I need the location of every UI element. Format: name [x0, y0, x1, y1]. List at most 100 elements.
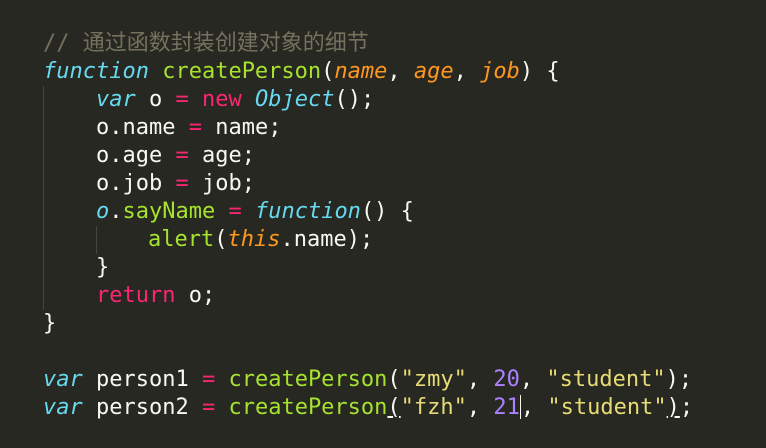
- operator-assign: =: [175, 171, 189, 196]
- indent-guide: [43, 114, 44, 142]
- function-alert: alert: [148, 227, 215, 252]
- method-assignment: o.sayName = function() {: [96, 198, 414, 226]
- assign-rhs: job;: [188, 171, 255, 196]
- var-name: o: [135, 87, 176, 112]
- code-line-1[interactable]: // 通过函数封装创建对象的细节: [0, 30, 766, 58]
- indent-guide: [43, 254, 44, 282]
- return-statement: return o;: [96, 282, 215, 310]
- keyword-this: this: [227, 227, 281, 252]
- person2-declaration: var person2 = createPerson("fzh", 21, "s…: [43, 394, 693, 422]
- code-line-10[interactable]: return o;: [0, 282, 766, 310]
- string-arg: "student": [547, 395, 667, 420]
- alert-call: alert(this.name);: [148, 226, 373, 254]
- code-line-12[interactable]: [0, 338, 766, 366]
- indent-guide: [43, 198, 44, 226]
- code-line-9[interactable]: }: [0, 254, 766, 282]
- operator-assign: =: [175, 143, 189, 168]
- param-name: name: [334, 59, 388, 84]
- assign-lhs: o.job: [96, 171, 176, 196]
- paren-open-matched: (: [387, 395, 401, 420]
- operator-assign: =: [201, 367, 216, 392]
- comma: ,: [453, 59, 481, 84]
- comma: ,: [519, 367, 547, 392]
- string-arg: "fzh": [400, 395, 467, 420]
- brace: }: [96, 255, 110, 280]
- assign-rhs: name;: [201, 115, 282, 140]
- closing-brace: }: [96, 254, 109, 282]
- dot: .: [109, 199, 123, 224]
- keyword-function: function: [43, 59, 149, 84]
- comment: // 通过函数封装创建对象的细节: [43, 31, 369, 56]
- operator-assign: =: [228, 199, 242, 224]
- assign-lhs: o.name: [96, 115, 189, 140]
- assignment: o.job = job;: [96, 170, 255, 198]
- indent-guide: [96, 226, 97, 254]
- param-job: job: [480, 59, 520, 84]
- call-end: );: [665, 367, 693, 392]
- operator-assign: =: [201, 395, 216, 420]
- string-arg: "zmy": [400, 367, 467, 392]
- code-editor[interactable]: // 通过函数封装创建对象的细节 function createPerson(n…: [0, 0, 766, 448]
- code-line-7[interactable]: o.sayName = function() {: [0, 198, 766, 226]
- keyword-return: return: [96, 283, 176, 308]
- assign-rhs: age;: [188, 143, 255, 168]
- semicolon: ;: [679, 395, 694, 420]
- keyword-function: function: [254, 199, 361, 224]
- assignment: o.name = name;: [96, 114, 281, 142]
- comma: ,: [466, 395, 494, 420]
- comma: ,: [466, 367, 494, 392]
- keyword-new: new: [202, 87, 242, 112]
- indent-guide: [43, 170, 44, 198]
- code-line-11[interactable]: }: [0, 310, 766, 338]
- indent-guide: [43, 142, 44, 170]
- method-name: sayName: [122, 199, 216, 224]
- number-arg: 21: [493, 395, 520, 420]
- keyword-var: var: [43, 395, 83, 420]
- person1-declaration: var person1 = createPerson("zmy", 20, "s…: [43, 366, 692, 394]
- brace: }: [43, 311, 57, 336]
- assignment: o.age = age;: [96, 142, 255, 170]
- var-name: person2: [82, 395, 202, 420]
- return-value: o;: [175, 283, 216, 308]
- closing-brace: }: [43, 310, 56, 338]
- function-call: createPerson: [228, 395, 388, 420]
- function-name: createPerson: [162, 59, 322, 84]
- object-o: o: [96, 199, 110, 224]
- param-age: age: [413, 59, 454, 84]
- code-line-8[interactable]: alert(this.name);: [0, 226, 766, 254]
- code-line-14[interactable]: var person2 = createPerson("fzh", 21, "s…: [0, 394, 766, 422]
- code-line-6[interactable]: o.job = job;: [0, 170, 766, 198]
- function-open: () {: [360, 199, 414, 224]
- code-line-5[interactable]: o.age = age;: [0, 142, 766, 170]
- string-arg: "student": [546, 367, 666, 392]
- code-line-13[interactable]: var person1 = createPerson("zmy", 20, "s…: [0, 366, 766, 394]
- operator-assign: =: [188, 115, 202, 140]
- number-arg: 20: [493, 367, 520, 392]
- indent-guide: [43, 86, 44, 114]
- function-declaration: function createPerson(name, age, job) {: [43, 58, 560, 86]
- indent-guide: [43, 282, 44, 310]
- comma: ,: [520, 395, 548, 420]
- class-object: Object: [255, 87, 335, 112]
- operator-assign: =: [175, 87, 189, 112]
- paren-open: (: [387, 367, 401, 392]
- function-call: createPerson: [228, 367, 388, 392]
- code-line-4[interactable]: o.name = name;: [0, 114, 766, 142]
- comment-text: // 通过函数封装创建对象的细节: [43, 30, 369, 58]
- paren-close-brace: ) {: [519, 59, 560, 84]
- paren-open: (: [321, 59, 335, 84]
- keyword-var: var: [96, 87, 136, 112]
- indent-guide: [43, 226, 44, 254]
- code-line-3[interactable]: var o = new Object();: [0, 86, 766, 114]
- comma: ,: [387, 59, 414, 84]
- call-end: ();: [334, 87, 375, 112]
- code-line-2[interactable]: function createPerson(name, age, job) {: [0, 58, 766, 86]
- paren-open: (: [214, 227, 228, 252]
- keyword-var: var: [43, 367, 83, 392]
- var-declaration: var o = new Object();: [96, 86, 374, 114]
